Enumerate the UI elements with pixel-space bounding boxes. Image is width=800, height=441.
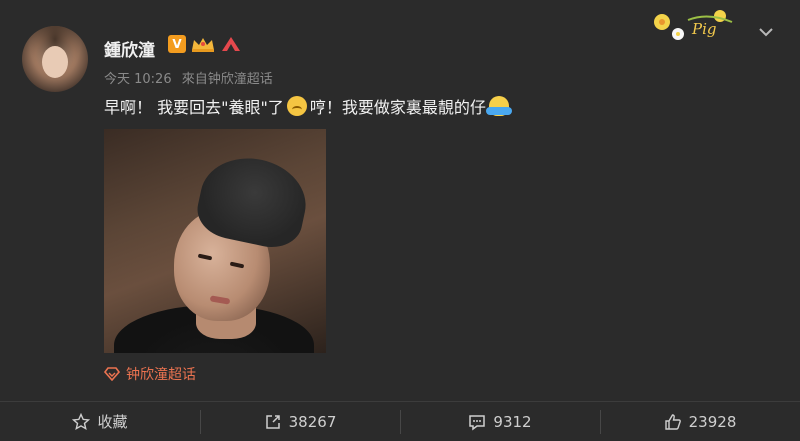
like-count: 23928 bbox=[688, 412, 737, 431]
star-icon bbox=[72, 412, 91, 430]
user-badges: V bbox=[168, 35, 242, 53]
favorite-button[interactable]: 收藏 bbox=[0, 402, 200, 441]
post-source[interactable]: 來自钟欣潼超话 bbox=[182, 72, 273, 87]
verified-badge-icon[interactable]: V bbox=[168, 35, 186, 53]
decoration-card-text: Pig bbox=[691, 20, 717, 38]
hug-emoji-icon bbox=[485, 96, 512, 116]
repost-count: 38267 bbox=[288, 412, 337, 431]
post-text-part2: 哼！我要做家裏最靚的仔 bbox=[309, 98, 486, 117]
post-text: 早啊！ 我要回去"養眼"了 哼！我要做家裏最靚的仔 bbox=[104, 94, 512, 118]
comment-count: 9312 bbox=[493, 412, 532, 431]
super-topic-label: 钟欣潼超话 bbox=[126, 367, 196, 383]
chevron-down-icon[interactable] bbox=[756, 22, 776, 42]
post-meta: 今天 10:26 來自钟欣潼超话 bbox=[104, 68, 273, 87]
action-bar: 收藏 38267 9312 23928 bbox=[0, 401, 800, 441]
super-topic-link[interactable]: 钟欣潼超话 bbox=[104, 364, 196, 384]
like-button[interactable]: 23928 bbox=[600, 402, 800, 441]
favorite-label: 收藏 bbox=[97, 413, 128, 431]
repost-button[interactable]: 38267 bbox=[200, 402, 400, 441]
comment-icon bbox=[469, 414, 486, 430]
diamond-icon bbox=[104, 367, 120, 381]
avatar[interactable] bbox=[22, 26, 88, 92]
rank-badge-icon[interactable] bbox=[220, 35, 242, 53]
sad-face-emoji-icon bbox=[286, 96, 307, 116]
crown-icon[interactable] bbox=[190, 35, 216, 53]
thumbs-up-icon bbox=[664, 413, 681, 430]
post-text-part1: 早啊！ 我要回去"養眼"了 bbox=[104, 98, 284, 117]
user-name[interactable]: 鍾欣潼 bbox=[104, 36, 155, 61]
post-time[interactable]: 今天 10:26 bbox=[104, 72, 172, 87]
avatar-face bbox=[42, 46, 68, 78]
share-icon bbox=[265, 414, 280, 429]
post-photo[interactable] bbox=[104, 129, 326, 353]
decoration-card-icon: Pig bbox=[654, 10, 733, 40]
comment-button[interactable]: 9312 bbox=[400, 402, 600, 441]
